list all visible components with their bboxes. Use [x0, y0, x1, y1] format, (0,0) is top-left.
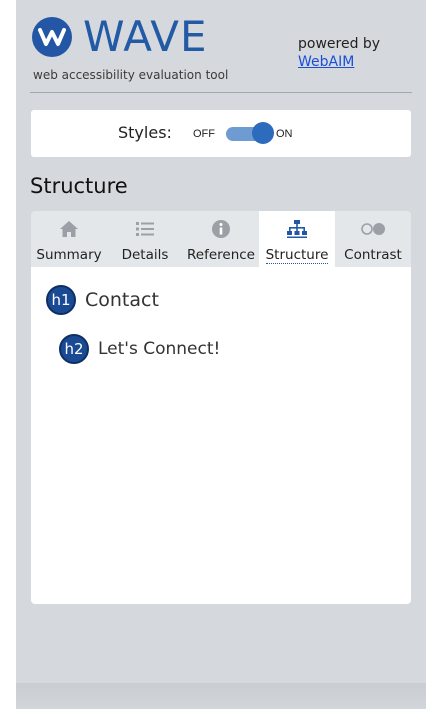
header-divider: [30, 92, 412, 93]
h1-badge-icon: h1: [46, 285, 76, 315]
home-icon: [31, 217, 107, 241]
list-icon: [107, 217, 183, 241]
tagline: web accessibility evaluation tool: [33, 68, 229, 82]
tab-reference[interactable]: Reference: [183, 211, 259, 267]
tab-summary-label: Summary: [36, 247, 102, 263]
tab-contrast[interactable]: Contrast: [335, 211, 411, 267]
structure-panel: h1 Contact h2 Let's Connect!: [31, 267, 411, 604]
tab-structure[interactable]: Structure: [259, 211, 335, 267]
structure-item-text: Let's Connect!: [98, 339, 221, 359]
tab-details-label: Details: [121, 247, 169, 263]
contrast-icon: [335, 217, 411, 241]
webaim-link[interactable]: WebAIM: [298, 54, 354, 70]
panel-footer: [16, 683, 426, 709]
toggle-knob: [252, 122, 274, 144]
wave-logo-icon: [32, 17, 72, 57]
wave-sidebar: WAVE web accessibility evaluation tool p…: [16, 0, 426, 709]
tab-summary[interactable]: Summary: [31, 211, 107, 267]
styles-off-label: OFF: [193, 128, 215, 140]
tab-reference-label: Reference: [187, 247, 255, 263]
wave-logo-text: WAVE: [83, 12, 208, 61]
styles-on-label: ON: [276, 128, 293, 140]
structure-item-text: Contact: [85, 289, 159, 311]
h2-badge-icon: h2: [59, 334, 89, 364]
powered-by: powered by WebAIM: [298, 35, 380, 71]
tab-structure-label: Structure: [265, 247, 329, 264]
info-icon: [183, 217, 259, 241]
structure-item-h2[interactable]: h2 Let's Connect!: [59, 334, 220, 364]
styles-toggle-switch[interactable]: [226, 122, 274, 144]
page-title: Structure: [30, 174, 128, 198]
tab-details[interactable]: Details: [107, 211, 183, 267]
styles-label: Styles:: [118, 123, 172, 142]
powered-by-label: powered by: [298, 36, 381, 52]
tab-contrast-label: Contrast: [344, 247, 402, 263]
structure-item-h1[interactable]: h1 Contact: [46, 285, 159, 315]
tab-bar: Summary Details Reference Structure Cont…: [31, 211, 411, 267]
sitemap-icon: [259, 217, 335, 241]
styles-toggle-panel: Styles: OFF ON: [31, 110, 411, 157]
